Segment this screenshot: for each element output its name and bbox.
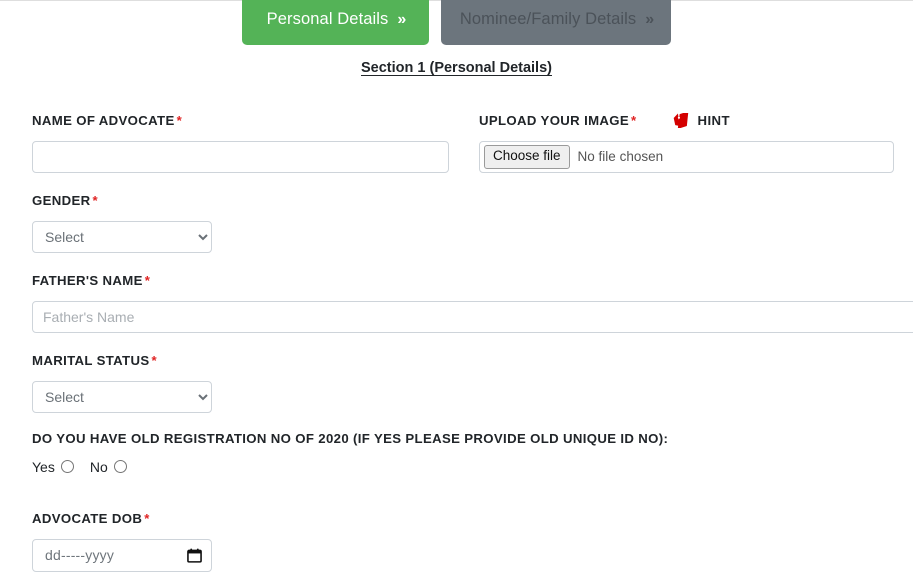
- required-asterisk: *: [631, 113, 637, 128]
- old-registration-label: DO YOU HAVE OLD REGISTRATION NO OF 2020 …: [32, 431, 669, 446]
- tab-personal-details-label: Personal Details: [266, 10, 389, 28]
- chevron-double-right-icon: »: [645, 10, 654, 28]
- hint-button[interactable]: HINT: [673, 111, 730, 130]
- required-asterisk: *: [144, 273, 151, 288]
- old-registration-yes-radio[interactable]: [60, 460, 74, 474]
- form-row-marital-status: MARITAL STATUS * Select: [0, 345, 913, 425]
- marital-status-select[interactable]: Select: [32, 380, 212, 413]
- field-advocate-dob: ADVOCATE DOB * dd-----yyyy: [32, 511, 212, 572]
- chevron-double-right-icon: »: [397, 10, 406, 28]
- choose-file-button[interactable]: Choose file: [484, 144, 570, 169]
- hint-label: HINT: [697, 113, 730, 129]
- section-title: Section 1 (Personal Details): [361, 60, 552, 76]
- tag-icon: [673, 111, 692, 130]
- tab-nominee-family-details[interactable]: Nominee/Family Details »: [441, 0, 671, 45]
- fathers-name-label: FATHER'S NAME *: [32, 273, 151, 288]
- required-asterisk: *: [151, 353, 157, 368]
- name-of-advocate-label: NAME OF ADVOCATE *: [32, 113, 183, 128]
- old-registration-no-label: No: [89, 458, 108, 475]
- personal-details-form: NAME OF ADVOCATE * UPLOAD YOUR IMAGE * H…: [0, 105, 913, 572]
- old-registration-radio-group: Yes No: [32, 459, 668, 475]
- gender-select[interactable]: Select: [32, 220, 212, 253]
- field-old-registration: DO YOU HAVE OLD REGISTRATION NO OF 2020 …: [32, 431, 668, 475]
- form-row-advocate-dob: ADVOCATE DOB * dd-----yyyy: [0, 493, 913, 572]
- advocate-dob-label: ADVOCATE DOB *: [32, 511, 150, 526]
- step-navigation: Personal Details » Nominee/Family Detail…: [0, 0, 913, 46]
- field-fathers-name: FATHER'S NAME *: [32, 273, 913, 333]
- gender-label: GENDER *: [32, 193, 99, 208]
- form-row-old-registration: DO YOU HAVE OLD REGISTRATION NO OF 2020 …: [0, 425, 913, 493]
- field-upload-your-image: UPLOAD YOUR IMAGE * HINT Choose file No f: [479, 111, 894, 173]
- required-asterisk: *: [144, 511, 150, 526]
- old-registration-yes-label: Yes: [32, 458, 55, 475]
- field-name-of-advocate: NAME OF ADVOCATE *: [32, 113, 449, 173]
- marital-status-label: MARITAL STATUS *: [32, 353, 157, 368]
- old-registration-no-radio[interactable]: [113, 460, 127, 474]
- field-marital-status: MARITAL STATUS * Select: [32, 353, 212, 413]
- required-asterisk: *: [176, 113, 183, 128]
- field-gender: GENDER * Select: [32, 193, 212, 253]
- tab-nominee-family-details-label: Nominee/Family Details: [459, 10, 637, 28]
- advocate-dob-date-input[interactable]: dd-----yyyy: [32, 538, 212, 572]
- required-asterisk: *: [92, 193, 99, 208]
- upload-image-file-input[interactable]: Choose file No file chosen: [479, 140, 894, 173]
- form-row-fathers-name: FATHER'S NAME *: [0, 265, 913, 345]
- calendar-icon[interactable]: [187, 548, 202, 563]
- form-row-gender: GENDER * Select: [0, 185, 913, 265]
- file-status-text: No file chosen: [577, 149, 664, 165]
- advocate-dob-value: dd-----yyyy: [45, 547, 115, 564]
- tab-personal-details[interactable]: Personal Details »: [242, 0, 429, 45]
- name-of-advocate-input[interactable]: [32, 140, 449, 173]
- upload-your-image-label: UPLOAD YOUR IMAGE *: [479, 113, 637, 128]
- form-row-name-upload: NAME OF ADVOCATE * UPLOAD YOUR IMAGE * H…: [0, 105, 913, 185]
- fathers-name-input[interactable]: [32, 300, 913, 333]
